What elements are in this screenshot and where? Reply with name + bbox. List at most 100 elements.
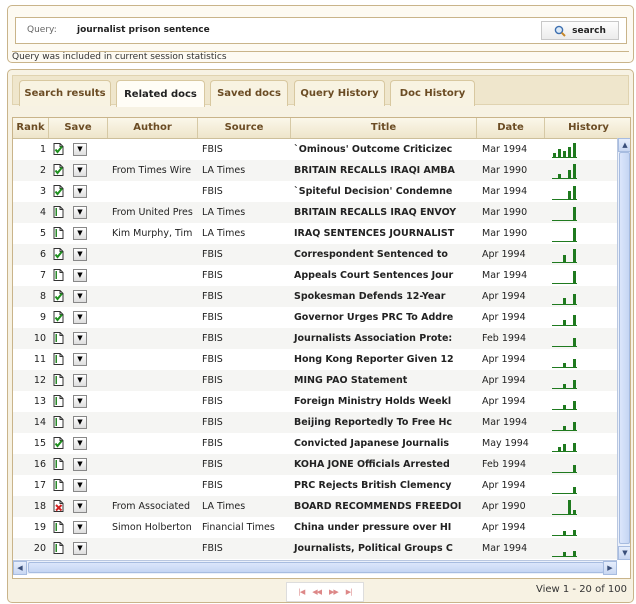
table-row[interactable]: 9 ▼ FBIS Governor Urges PRC To Addre Apr 199… <box>13 307 617 328</box>
title-link[interactable]: MING PAO Statement <box>293 370 476 391</box>
rejected-doc-icon[interactable] <box>53 500 64 512</box>
table-row[interactable]: 6 ▼ FBIS Correspondent Sentenced to Apr 1994 <box>13 244 617 265</box>
document-icon[interactable] <box>53 542 64 554</box>
save-dropdown-button[interactable]: ▼ <box>73 143 87 156</box>
tab-related-docs[interactable]: Related docs <box>116 80 205 107</box>
column-header-author[interactable]: Author <box>108 118 198 138</box>
table-row[interactable]: 18 ▼ From Associated LA Times BOARD RECOMMEN… <box>13 496 617 517</box>
column-header-date[interactable]: Date <box>477 118 545 138</box>
title-link[interactable]: Convicted Japanese Journalis <box>293 433 476 454</box>
save-dropdown-button[interactable]: ▼ <box>73 458 87 471</box>
table-row[interactable]: 11 ▼ FBIS Hong Kong Reporter Given 12 Apr 19… <box>13 349 617 370</box>
title-link[interactable]: BRITAIN RECALLS IRAQI AMBA <box>293 160 476 181</box>
column-header-rank[interactable]: Rank <box>13 118 49 138</box>
save-dropdown-button[interactable]: ▼ <box>73 437 87 450</box>
table-row[interactable]: 19 ▼ Simon Holberton Financial Times China u… <box>13 517 617 538</box>
document-icon[interactable] <box>53 395 64 407</box>
save-dropdown-button[interactable]: ▼ <box>73 353 87 366</box>
horizontal-scrollbar[interactable]: ◀ ▶ <box>13 560 617 575</box>
last-page-button[interactable]: ▶| <box>346 588 353 596</box>
table-row[interactable]: 14 ▼ FBIS Beijing Reportedly To Free Hc Mar … <box>13 412 617 433</box>
tab-doc-history[interactable]: Doc History <box>390 80 475 106</box>
title-link[interactable]: Spokesman Defends 12-Year <box>293 286 476 307</box>
save-dropdown-button[interactable]: ▼ <box>73 479 87 492</box>
title-link[interactable]: Appeals Court Sentences Jour <box>293 265 476 286</box>
table-row[interactable]: 1 ▼ FBIS `Ominous' Outcome Criticizec Mar 19… <box>13 139 617 160</box>
document-icon[interactable] <box>53 269 64 281</box>
save-dropdown-button[interactable]: ▼ <box>73 416 87 429</box>
title-link[interactable]: Journalists, Political Groups C <box>293 538 476 559</box>
title-link[interactable]: China under pressure over HI <box>293 517 476 538</box>
tab-search-results[interactable]: Search results <box>19 80 111 106</box>
save-dropdown-button[interactable]: ▼ <box>73 290 87 303</box>
table-row[interactable]: 8 ▼ FBIS Spokesman Defends 12-Year Apr 1994 <box>13 286 617 307</box>
first-page-button[interactable]: |◀ <box>298 588 305 596</box>
scroll-right-button[interactable]: ▶ <box>603 561 617 575</box>
title-link[interactable]: KOHA JONE Officials Arrested <box>293 454 476 475</box>
query-box[interactable]: Query: journalist prison sentence search <box>15 17 627 44</box>
table-row[interactable]: 12 ▼ FBIS MING PAO Statement Apr 1994 <box>13 370 617 391</box>
column-header-title[interactable]: Title <box>291 118 477 138</box>
title-link[interactable]: PRC Rejects British Clemency <box>293 475 476 496</box>
search-button[interactable]: search <box>541 21 619 40</box>
save-dropdown-button[interactable]: ▼ <box>73 542 87 555</box>
title-link[interactable]: IRAQ SENTENCES JOURNALIST <box>293 223 476 244</box>
document-icon[interactable] <box>53 332 64 344</box>
horizontal-scroll-thumb[interactable] <box>28 562 604 573</box>
tab-query-history[interactable]: Query History <box>294 80 385 106</box>
title-link[interactable]: Journalists Association Prote: <box>293 328 476 349</box>
title-link[interactable]: Hong Kong Reporter Given 12 <box>293 349 476 370</box>
prev-page-button[interactable]: ◀◀ <box>312 588 322 596</box>
table-row[interactable]: 15 ▼ FBIS Convicted Japanese Journalis May 1… <box>13 433 617 454</box>
document-icon[interactable] <box>53 479 64 491</box>
saved-doc-icon[interactable] <box>53 164 64 176</box>
column-header-source[interactable]: Source <box>198 118 291 138</box>
title-link[interactable]: Correspondent Sentenced to <box>293 244 476 265</box>
save-dropdown-button[interactable]: ▼ <box>73 248 87 261</box>
vertical-scrollbar[interactable]: ▲ ▼ <box>617 138 630 560</box>
save-dropdown-button[interactable]: ▼ <box>73 269 87 282</box>
document-icon[interactable] <box>53 458 64 470</box>
title-link[interactable]: BRITAIN RECALLS IRAQ ENVOY <box>293 202 476 223</box>
saved-doc-icon[interactable] <box>53 437 64 449</box>
document-icon[interactable] <box>53 353 64 365</box>
save-dropdown-button[interactable]: ▼ <box>73 164 87 177</box>
next-page-button[interactable]: ▶▶ <box>329 588 339 596</box>
table-row[interactable]: 2 ▼ From Times Wire LA Times BRITAIN RECALLS… <box>13 160 617 181</box>
table-row[interactable]: 16 ▼ FBIS KOHA JONE Officials Arrested Feb 1… <box>13 454 617 475</box>
table-row[interactable]: 5 ▼ Kim Murphy, Tim LA Times IRAQ SENTENCES … <box>13 223 617 244</box>
table-row[interactable]: 20 ▼ FBIS Journalists, Political Groups C Ma… <box>13 538 617 559</box>
saved-doc-icon[interactable] <box>53 290 64 302</box>
save-dropdown-button[interactable]: ▼ <box>73 332 87 345</box>
save-dropdown-button[interactable]: ▼ <box>73 185 87 198</box>
save-dropdown-button[interactable]: ▼ <box>73 521 87 534</box>
document-icon[interactable] <box>53 521 64 533</box>
table-row[interactable]: 3 ▼ FBIS `Spiteful Decision' Condemne Mar 19… <box>13 181 617 202</box>
title-link[interactable]: `Spiteful Decision' Condemne <box>293 181 476 202</box>
column-header-history[interactable]: History <box>545 118 630 138</box>
table-row[interactable]: 13 ▼ FBIS Foreign Ministry Holds Weekl Apr 1… <box>13 391 617 412</box>
save-dropdown-button[interactable]: ▼ <box>73 311 87 324</box>
scroll-left-button[interactable]: ◀ <box>13 561 27 575</box>
title-link[interactable]: Foreign Ministry Holds Weekl <box>293 391 476 412</box>
table-row[interactable]: 4 ▼ From United Pres LA Times BRITAIN RECALL… <box>13 202 617 223</box>
saved-doc-icon[interactable] <box>53 311 64 323</box>
table-row[interactable]: 10 ▼ FBIS Journalists Association Prote: Feb… <box>13 328 617 349</box>
scroll-up-button[interactable]: ▲ <box>618 138 630 152</box>
saved-doc-icon[interactable] <box>53 143 64 155</box>
document-icon[interactable] <box>53 416 64 428</box>
scroll-down-button[interactable]: ▼ <box>618 546 630 560</box>
title-link[interactable]: BOARD RECOMMENDS FREEDOI <box>293 496 476 517</box>
saved-doc-icon[interactable] <box>53 185 64 197</box>
save-dropdown-button[interactable]: ▼ <box>73 206 87 219</box>
title-link[interactable]: Governor Urges PRC To Addre <box>293 307 476 328</box>
saved-doc-icon[interactable] <box>53 248 64 260</box>
document-icon[interactable] <box>53 227 64 239</box>
query-input[interactable]: journalist prison sentence <box>77 25 210 35</box>
document-icon[interactable] <box>53 374 64 386</box>
save-dropdown-button[interactable]: ▼ <box>73 374 87 387</box>
vertical-scroll-thumb[interactable] <box>619 152 630 544</box>
save-dropdown-button[interactable]: ▼ <box>73 227 87 240</box>
document-icon[interactable] <box>53 206 64 218</box>
save-dropdown-button[interactable]: ▼ <box>73 395 87 408</box>
